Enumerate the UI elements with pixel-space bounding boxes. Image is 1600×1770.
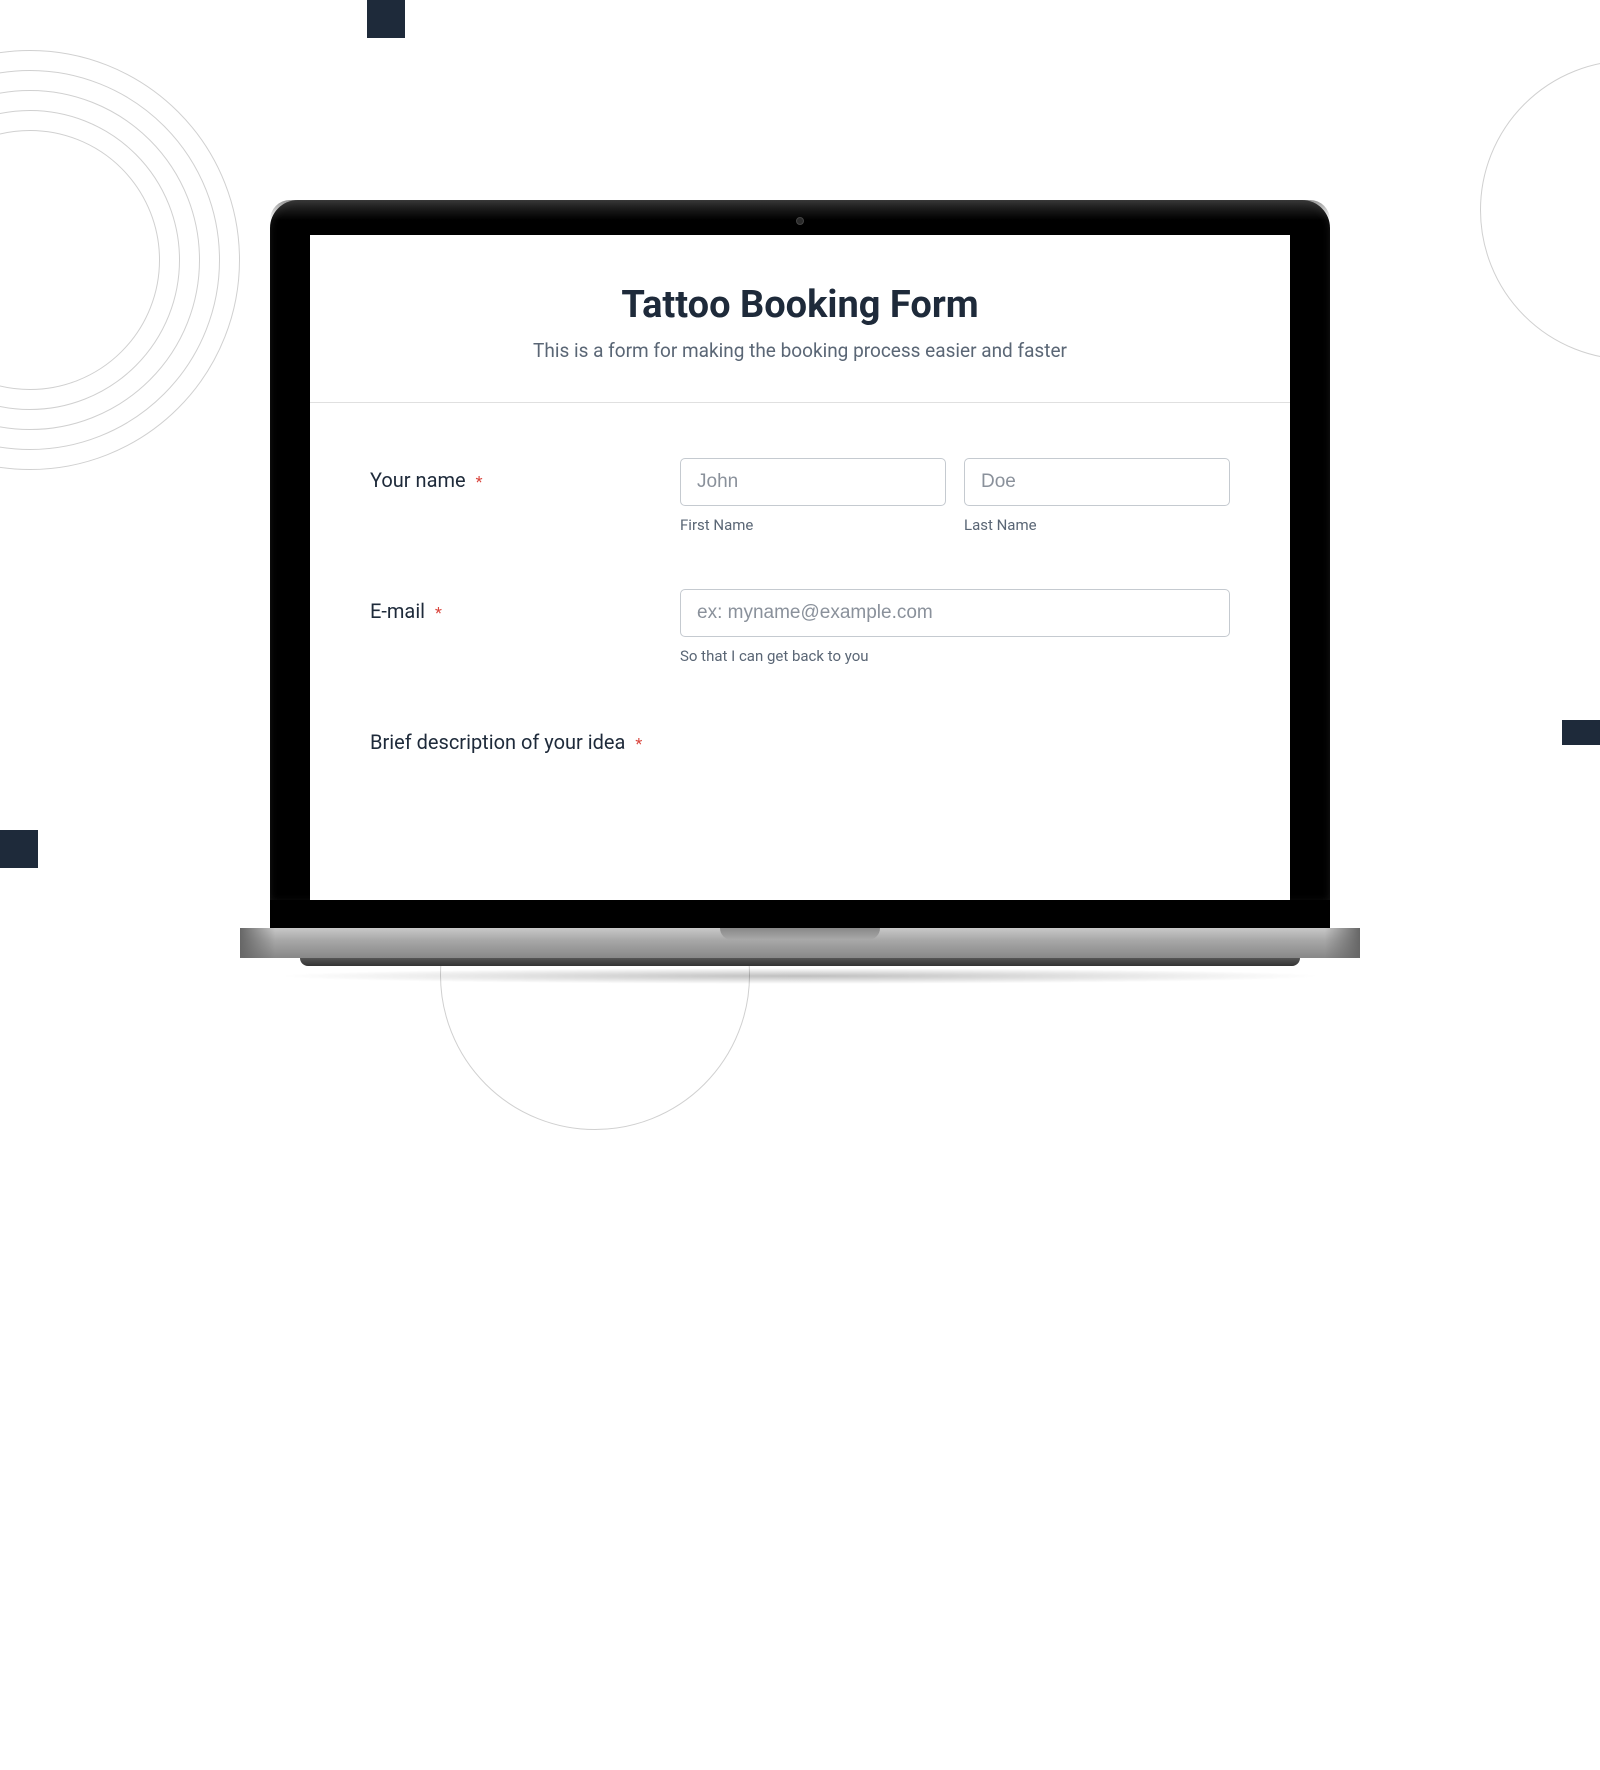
- required-asterisk: *: [476, 472, 483, 491]
- laptop-mockup: Tattoo Booking Form This is a form for m…: [240, 200, 1360, 984]
- name-label: Your name: [370, 468, 466, 492]
- name-input-pair: First Name Last Name: [680, 458, 1230, 534]
- form-header: Tattoo Booking Form This is a form for m…: [310, 235, 1290, 402]
- camera-icon: [796, 217, 804, 225]
- email-row: E-mail * So that I can get back to you: [370, 589, 1230, 665]
- email-input-col: So that I can get back to you: [680, 589, 1230, 665]
- decorative-square-right: [1562, 720, 1600, 745]
- required-asterisk: *: [435, 603, 442, 622]
- email-input[interactable]: [680, 589, 1230, 637]
- laptop-bezel: Tattoo Booking Form This is a form for m…: [270, 200, 1330, 900]
- laptop-bottom-bezel: [270, 900, 1330, 928]
- name-row: Your name * First Name Last Name: [370, 458, 1230, 534]
- required-asterisk: *: [635, 734, 642, 753]
- first-name-input[interactable]: [680, 458, 946, 506]
- laptop-foot: [300, 958, 1300, 966]
- form-title: Tattoo Booking Form: [350, 283, 1250, 327]
- description-label: Brief description of your idea: [370, 730, 625, 754]
- form-body: Your name * First Name Last Name: [310, 403, 1290, 754]
- email-label-col: E-mail *: [370, 589, 680, 665]
- description-label-col: Brief description of your idea *: [370, 720, 642, 754]
- laptop-screen: Tattoo Booking Form This is a form for m…: [310, 235, 1290, 900]
- last-name-input[interactable]: [964, 458, 1230, 506]
- laptop-notch: [720, 928, 880, 940]
- email-label: E-mail: [370, 599, 425, 623]
- laptop-base: [240, 928, 1360, 958]
- form-subtitle: This is a form for making the booking pr…: [350, 339, 1250, 362]
- decorative-square-top: [367, 0, 405, 38]
- name-input-col: First Name Last Name: [680, 458, 1230, 534]
- first-name-sublabel: First Name: [680, 516, 946, 534]
- last-name-sublabel: Last Name: [964, 516, 1230, 534]
- laptop-shadow: [275, 968, 1325, 984]
- name-label-col: Your name *: [370, 458, 680, 534]
- email-sublabel: So that I can get back to you: [680, 647, 1230, 665]
- decorative-square-left: [0, 830, 38, 868]
- first-name-group: First Name: [680, 458, 946, 534]
- description-row: Brief description of your idea *: [370, 720, 1230, 754]
- last-name-group: Last Name: [964, 458, 1230, 534]
